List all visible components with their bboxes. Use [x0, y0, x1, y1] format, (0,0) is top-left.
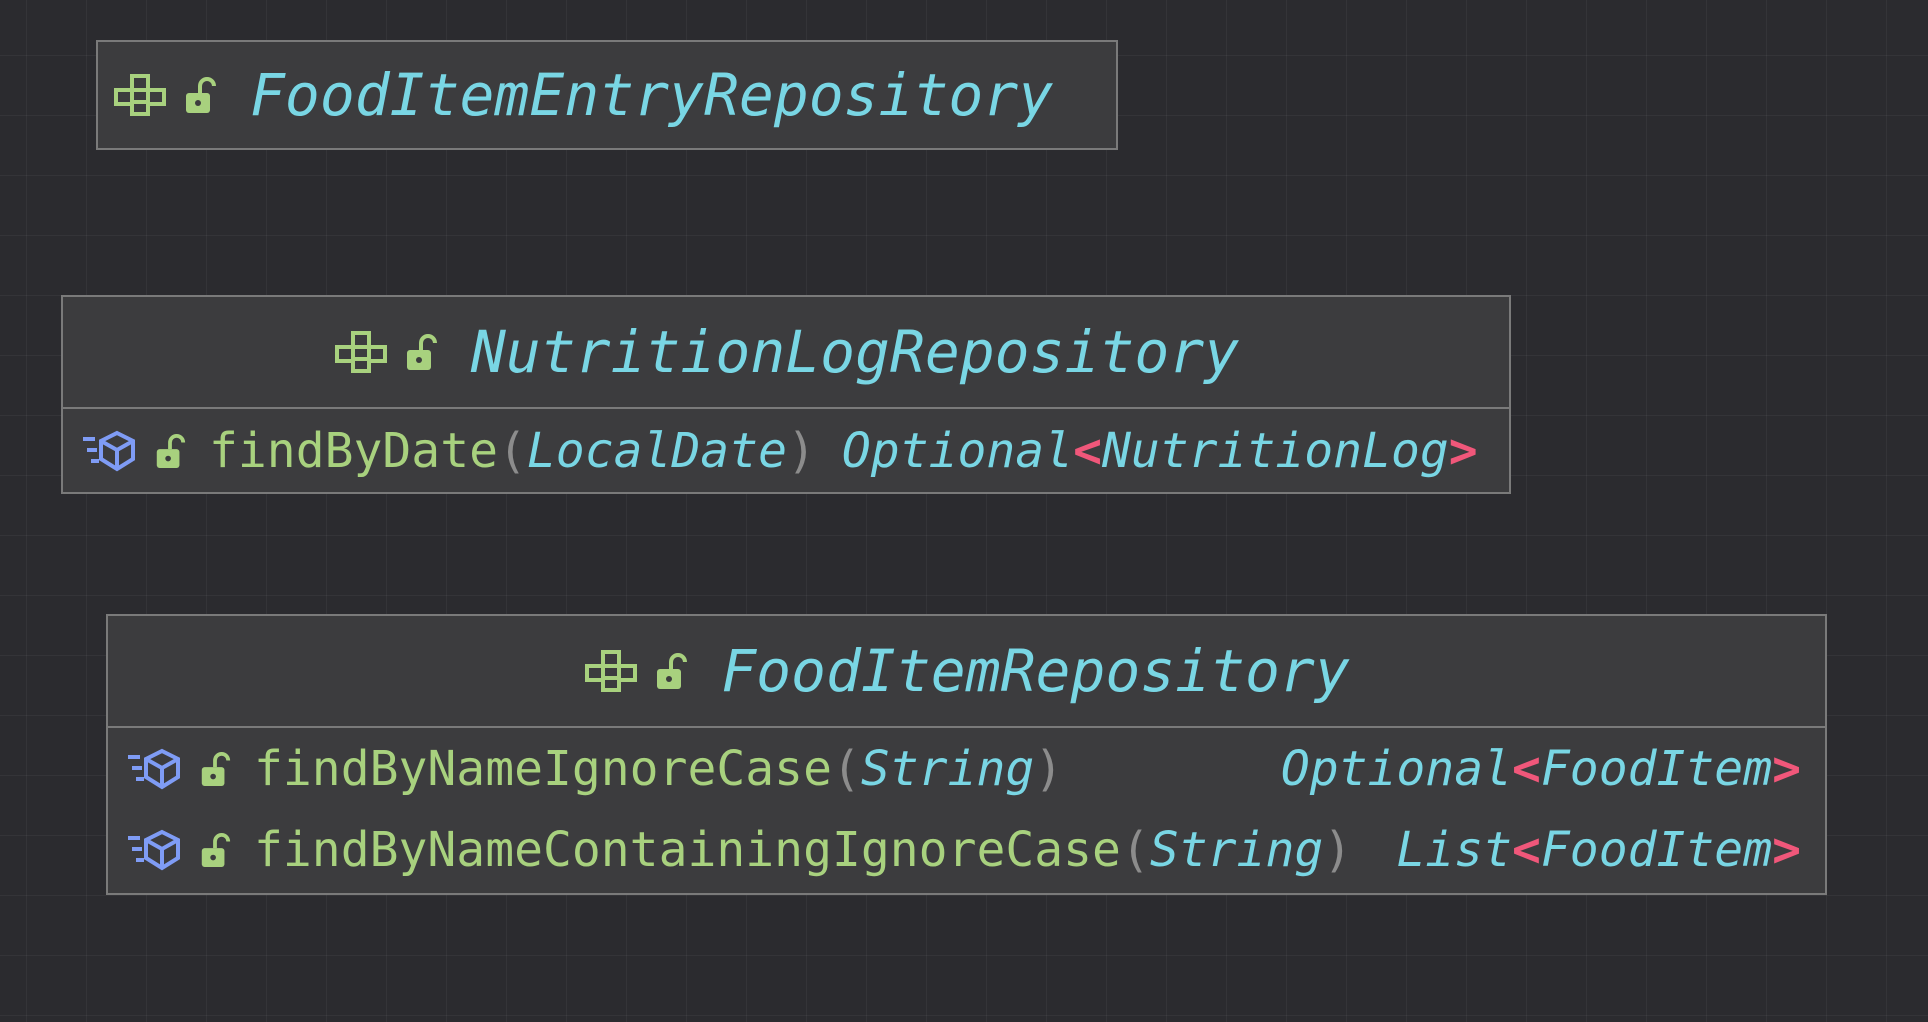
class-name: FoodItemRepository: [721, 637, 1350, 705]
public-lock-icon: [182, 75, 218, 115]
method-name: findByNameContainingIgnoreCase: [254, 822, 1121, 878]
generic-close: >: [1772, 822, 1801, 878]
generic-type: FoodItem: [1540, 822, 1773, 878]
close-paren: ): [1323, 822, 1353, 878]
close-paren: ): [1034, 741, 1064, 797]
method-icon: [126, 747, 182, 791]
return-type: Optional: [1280, 741, 1512, 797]
class-name: FoodItemEntryRepository: [250, 61, 1054, 129]
method-row[interactable]: findByNameContainingIgnoreCase ( String …: [108, 810, 1825, 890]
public-lock-icon: [653, 651, 689, 691]
open-paren: (: [497, 422, 527, 479]
open-paren: (: [1120, 822, 1150, 878]
class-box-food-item-entry-repository[interactable]: FoodItemEntryRepository: [96, 40, 1118, 150]
public-lock-icon: [403, 332, 439, 372]
param-type: String: [860, 741, 1035, 797]
generic-type: FoodItem: [1540, 741, 1773, 797]
method-name: findByDate: [209, 422, 498, 479]
return-type: Optional: [841, 422, 1074, 479]
close-paren: ): [786, 422, 816, 479]
method-name: findByNameIgnoreCase: [254, 741, 832, 797]
interface-icon: [333, 330, 391, 374]
generic-close: >: [1448, 422, 1478, 479]
public-lock-icon: [198, 750, 232, 788]
class-header: FoodItemEntryRepository: [98, 42, 1116, 148]
interface-icon: [583, 649, 641, 693]
generic-open: <: [1512, 741, 1541, 797]
public-lock-icon: [198, 831, 232, 869]
class-header: FoodItemRepository: [108, 616, 1825, 726]
param-type: LocalDate: [526, 422, 787, 479]
method-row[interactable]: findByDate ( LocalDate ) Optional < Nutr…: [63, 409, 1509, 492]
interface-icon: [112, 73, 170, 117]
method-icon: [81, 429, 137, 473]
generic-open: <: [1512, 822, 1541, 878]
method-row[interactable]: findByNameIgnoreCase ( String ) Optional…: [108, 728, 1825, 810]
generic-open: <: [1073, 422, 1102, 479]
class-box-food-item-repository[interactable]: FoodItemRepository findByNameIgnoreCase …: [106, 614, 1827, 895]
class-header: NutritionLogRepository: [63, 297, 1509, 407]
class-box-nutrition-log-repository[interactable]: NutritionLogRepository findByDate (Loca…: [61, 295, 1511, 494]
generic-close: >: [1772, 741, 1801, 797]
generic-type: NutritionLog: [1101, 422, 1449, 479]
class-name: NutritionLogRepository: [470, 318, 1240, 386]
param-type: String: [1149, 822, 1324, 878]
method-icon: [126, 828, 182, 872]
open-paren: (: [831, 741, 861, 797]
return-type: List: [1396, 822, 1512, 878]
public-lock-icon: [153, 432, 187, 470]
